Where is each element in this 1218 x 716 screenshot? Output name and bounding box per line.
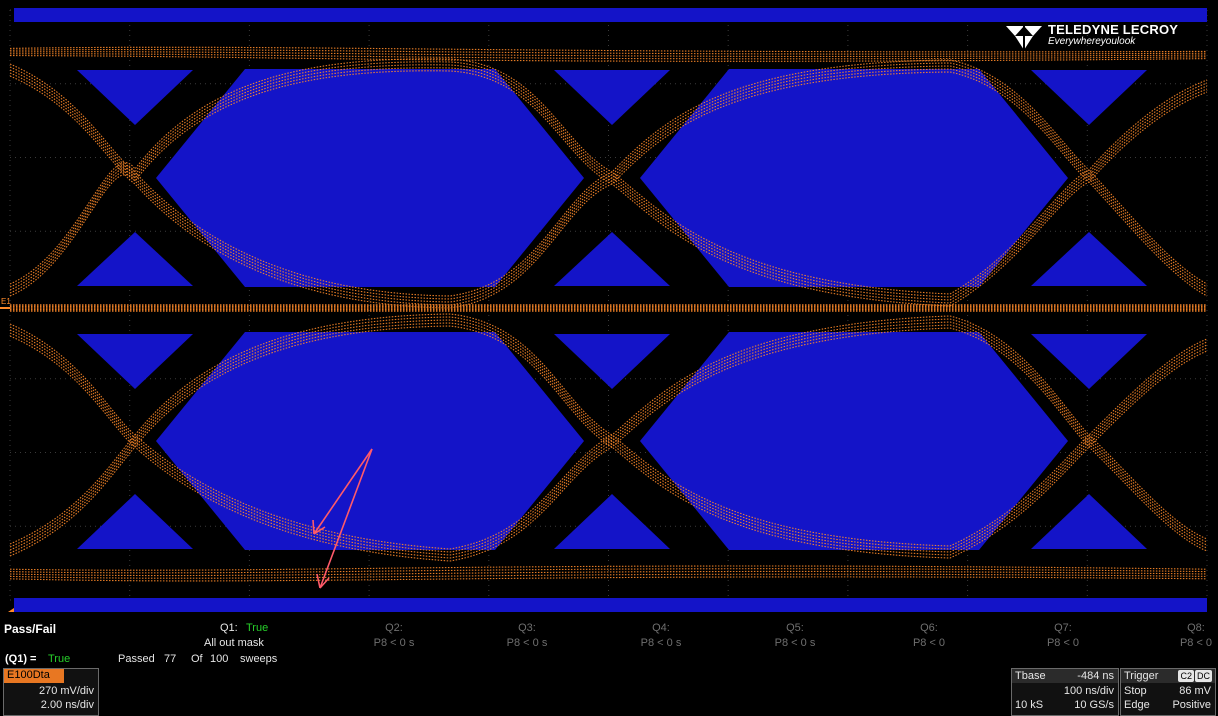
qualifier-value: P8 < 0 s — [640, 637, 682, 649]
level-marker-label: E1 — [1, 297, 11, 306]
mask-triangle — [77, 494, 193, 549]
q1-value: True — [246, 622, 269, 634]
mask-eye-lower-left — [156, 332, 584, 550]
timebase-label: Tbase — [1015, 670, 1046, 682]
q1-summary-label: (Q1) = — [5, 653, 37, 665]
trigger-channel-badge: C2 — [1178, 670, 1194, 682]
mask-triangle — [1031, 334, 1147, 389]
trigger-descriptor-box[interactable]: Trigger C2 DC Stop 86 mV Edge Positive — [1120, 668, 1216, 716]
qualifier-value: P8 < 0 s — [506, 637, 548, 649]
qualifier-value: P8 < 0 — [912, 637, 946, 649]
pass-fail-title: Pass/Fail — [4, 622, 57, 636]
trigger-type: Edge — [1124, 699, 1150, 711]
channel-name: E100Dta — [4, 669, 64, 683]
mask-triangle — [554, 232, 670, 286]
passed-count: 77 — [164, 653, 177, 665]
qualifier-label: Q7: — [1054, 622, 1072, 634]
q1-summary-value: True — [48, 653, 71, 665]
channel-tdiv: 2.00 ns/div — [40, 699, 94, 711]
qualifier-label: Q4: — [652, 622, 670, 634]
of-text: Of — [191, 653, 203, 665]
qualifier-value: P8 < 0 — [1179, 637, 1213, 649]
total-sweeps: 100 — [210, 653, 229, 665]
mask-eye-lower-right — [640, 332, 1068, 550]
sweeps-text: sweeps — [240, 653, 278, 665]
mask-eye-upper-left — [156, 69, 584, 287]
mask-triangle — [554, 494, 670, 549]
trigger-slope: Positive — [1172, 699, 1211, 711]
qualifier-label: Q6: — [920, 622, 938, 634]
passed-text: Passed — [118, 653, 155, 665]
qualifier-value: P8 < 0 — [1046, 637, 1080, 649]
mask-triangle — [1031, 232, 1147, 286]
timebase-samples: 10 kS — [1015, 699, 1044, 711]
brand-tagline: Everywhereyoulook — [1048, 36, 1136, 47]
qualifier-label: Q8: — [1187, 622, 1205, 634]
measurement-panel: Pass/Fail Q1: True All out mask Q2: P8 < … — [0, 612, 1218, 716]
teledyne-logo-icon — [1006, 26, 1042, 50]
mask-triangle — [77, 334, 193, 389]
mask-triangle — [554, 70, 670, 125]
qualifier-value: P8 < 0 s — [774, 637, 816, 649]
eye-diagram-plot: E1 — [0, 8, 1208, 612]
mask-triangle — [554, 334, 670, 389]
q1-description: All out mask — [204, 637, 264, 649]
trigger-level: 86 mV — [1179, 685, 1211, 697]
trigger-mode: Stop — [1124, 685, 1147, 697]
timebase-rate: 10 GS/s — [1074, 699, 1114, 711]
qualifier-label: Q5: — [786, 622, 804, 634]
trigger-label: Trigger — [1124, 670, 1159, 682]
channel-descriptor-box[interactable]: E100Dta 270 mV/div 2.00 ns/div — [3, 668, 99, 716]
brand-logo: TELEDYNE LECROY Everywhereyoulook — [1004, 22, 1204, 52]
timebase-descriptor-box[interactable]: Tbase -484 ns 100 ns/div 10 kS 10 GS/s — [1011, 668, 1119, 716]
trigger-coupling-badge: DC — [1195, 670, 1212, 682]
channel-vdiv: 270 mV/div — [38, 685, 94, 697]
brand-name: TELEDYNE LECROY — [1048, 22, 1179, 37]
mask-top-bar — [14, 8, 1207, 22]
qualifier-label: Q2: — [385, 622, 403, 634]
qualifier-label: Q3: — [518, 622, 536, 634]
mask-triangle — [1031, 494, 1147, 549]
mask-bottom-bar — [14, 598, 1207, 612]
mask-triangle — [77, 232, 193, 286]
mask-triangle — [1031, 70, 1147, 125]
waveform-display[interactable]: E1 TELEDYNE LECROY Everywhereyoulook — [0, 0, 1218, 612]
timebase-delay: -484 ns — [1077, 670, 1114, 682]
mask-triangle — [77, 70, 193, 125]
qualifier-value: P8 < 0 s — [373, 637, 415, 649]
timebase-tdiv: 100 ns/div — [1063, 685, 1114, 697]
q1-label: Q1: — [220, 622, 238, 634]
